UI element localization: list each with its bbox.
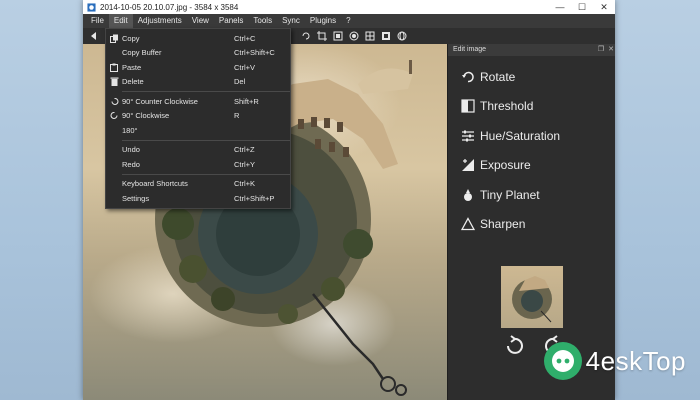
filter-icon[interactable] (347, 29, 361, 43)
menu-item-shortcut: Ctrl+Z (234, 145, 255, 155)
grid-icon[interactable] (363, 29, 377, 43)
menu-tools[interactable]: Tools (248, 14, 277, 28)
back-arrow-icon[interactable] (87, 29, 101, 43)
tool-label: Tiny Planet (480, 187, 540, 202)
tool-rotate[interactable]: Rotate (448, 62, 615, 92)
menu-item-label: 90° Counter Clockwise (122, 96, 198, 106)
tool-hue-saturation[interactable]: Hue/Saturation (448, 121, 615, 151)
menu-item-delete[interactable]: Delete Del (106, 75, 290, 90)
menu-item-label: Undo (122, 145, 140, 155)
edit-tool-list: Rotate Threshold Hue/Saturation Exposure… (448, 56, 615, 239)
tool-exposure[interactable]: Exposure (448, 151, 615, 181)
rotate-cw-icon (106, 111, 122, 120)
menu-item-label: Copy (122, 33, 140, 43)
app-icon (87, 2, 96, 12)
panel-undock-button[interactable]: ❐ (596, 44, 606, 56)
edit-menu-dropdown: Copy Ctrl+C Copy Buffer Ctrl+Shift+C Pas… (105, 28, 291, 209)
menu-file[interactable]: File (86, 14, 109, 28)
resize-icon[interactable] (331, 29, 345, 43)
watermark: 4eskTop (542, 340, 686, 382)
menu-item-copy-buffer[interactable]: Copy Buffer Ctrl+Shift+C (106, 46, 290, 61)
panel-header: Edit image ❐ ✕ (448, 44, 615, 56)
menu-item-label: Delete (122, 77, 144, 87)
menu-separator (122, 173, 290, 175)
globe-icon[interactable] (395, 29, 409, 43)
tool-label: Threshold (480, 99, 534, 114)
menu-item-redo[interactable]: Redo Ctrl+Y (106, 157, 290, 172)
sharpen-icon (460, 216, 476, 232)
threshold-icon (460, 98, 476, 114)
menu-item-shortcut: R (234, 111, 240, 121)
panel-close-button[interactable]: ✕ (606, 44, 615, 56)
rotate-icon[interactable] (299, 29, 313, 43)
watermark-text: 4eskTop (585, 345, 686, 376)
menu-item-settings[interactable]: Settings Ctrl+Shift+P (106, 191, 290, 206)
maximize-button[interactable]: ☐ (571, 0, 593, 14)
menu-bar: File Edit Adjustments View Panels Tools … (83, 14, 615, 28)
tool-label: Hue/Saturation (480, 128, 561, 143)
menu-item-shortcut: Ctrl+Shift+C (234, 48, 275, 58)
menu-item-label: Copy Buffer (122, 48, 162, 58)
close-button[interactable]: ✕ (593, 0, 615, 14)
image-thumbnail (501, 266, 563, 328)
rotate-icon (460, 69, 476, 85)
menu-item-label: 90° Clockwise (122, 111, 170, 121)
copy-icon (106, 34, 122, 43)
menu-item-label: Paste (122, 62, 142, 72)
title-bar: 2014-10-05 20.10.07.jpg - 3584 x 3584 — … (83, 0, 615, 14)
tool-label: Rotate (480, 69, 516, 84)
menu-item-keyboard-shortcuts[interactable]: Keyboard Shortcuts Ctrl+K (106, 177, 290, 192)
rotate-ccw-icon[interactable] (502, 334, 526, 358)
minimize-button[interactable]: — (549, 0, 571, 14)
menu-item-shortcut: Shift+R (234, 96, 259, 106)
menu-view[interactable]: View (187, 14, 214, 28)
menu-separator (122, 91, 290, 92)
menu-item-undo[interactable]: Undo Ctrl+Z (106, 143, 290, 158)
menu-sync[interactable]: Sync (277, 14, 305, 28)
paste-icon (106, 63, 122, 72)
menu-item-label: Redo (122, 159, 140, 169)
tool-tiny-planet[interactable]: Tiny Planet (448, 180, 615, 210)
menu-separator (122, 139, 290, 141)
window-title: 2014-10-05 20.10.07.jpg - 3584 x 3584 (100, 2, 239, 12)
menu-item-rotate-180[interactable]: 180° (106, 123, 290, 138)
menu-item-shortcut: Ctrl+C (234, 33, 256, 43)
frame-icon[interactable] (379, 29, 393, 43)
menu-item-paste[interactable]: Paste Ctrl+V (106, 60, 290, 75)
menu-item-shortcut: Ctrl+K (234, 179, 256, 189)
menu-item-shortcut: Ctrl+V (234, 62, 256, 72)
menu-item-copy[interactable]: Copy Ctrl+C (106, 31, 290, 46)
menu-item-shortcut: Del (234, 77, 246, 87)
menu-item-shortcut: Ctrl+Shift+P (234, 193, 275, 203)
panel-title: Edit image (453, 46, 487, 53)
sliders-icon (460, 128, 476, 144)
crop-icon[interactable] (315, 29, 329, 43)
image-editor-window: 2014-10-05 20.10.07.jpg - 3584 x 3584 — … (83, 0, 615, 400)
menu-item-rotate-ccw[interactable]: 90° Counter Clockwise Shift+R (106, 94, 290, 109)
menu-panels[interactable]: Panels (214, 14, 248, 28)
delete-icon (106, 77, 122, 87)
tiny-planet-icon (460, 187, 476, 203)
menu-help[interactable]: ? (341, 14, 355, 28)
menu-plugins[interactable]: Plugins (305, 14, 341, 28)
menu-item-label: Keyboard Shortcuts (122, 179, 188, 189)
rotate-ccw-icon (106, 97, 122, 106)
menu-item-label: 180° (122, 125, 138, 135)
menu-adjustments[interactable]: Adjustments (133, 14, 187, 28)
menu-edit[interactable]: Edit (108, 14, 133, 28)
tool-label: Sharpen (480, 217, 526, 232)
tool-threshold[interactable]: Threshold (448, 92, 615, 122)
exposure-icon (460, 157, 476, 173)
tool-label: Exposure (480, 158, 531, 173)
menu-item-label: Settings (122, 193, 150, 203)
watermark-logo-icon (543, 342, 582, 380)
menu-item-rotate-cw[interactable]: 90° Clockwise R (106, 109, 290, 124)
menu-item-shortcut: Ctrl+Y (234, 159, 256, 169)
tool-sharpen[interactable]: Sharpen (448, 210, 615, 240)
